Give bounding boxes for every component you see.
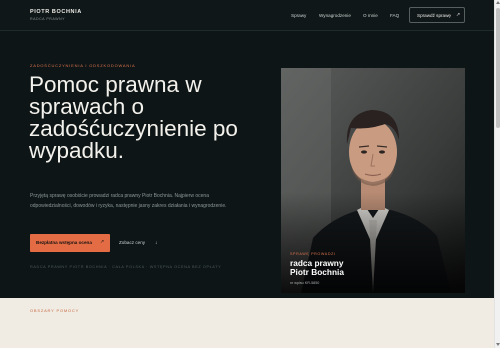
nav-link-wynagrodzenie[interactable]: Wynagrodzenie bbox=[319, 13, 351, 18]
top-nav: PIOTR BOCHNIA RADCA PRAWNY Sprawy Wynagr… bbox=[0, 0, 500, 31]
help-areas-section: OBSZARY POMOCY bbox=[0, 298, 500, 348]
arrow-up-right-icon: ↗ bbox=[100, 239, 105, 245]
hero-title: Pomoc prawna w sprawach o zadośćuczynien… bbox=[29, 72, 238, 163]
nav-link-sprawy[interactable]: Sprawy bbox=[291, 13, 306, 18]
arrow-down-icon: ↓ bbox=[155, 240, 158, 246]
portrait-name: Piotr Bochnia bbox=[290, 267, 344, 277]
free-assessment-label: Bezpłatna wstępna ocena bbox=[36, 240, 92, 245]
scroll-up-icon[interactable] bbox=[496, 1, 500, 4]
arrow-up-right-icon: ↗ bbox=[456, 12, 461, 18]
see-prices-link[interactable]: Zobacz ceny bbox=[119, 240, 145, 245]
nav-link-o-mnie[interactable]: O mnie bbox=[363, 13, 378, 18]
hero-meta: RADCA PRAWNY PIOTR BOCHNIA · CAŁA POLSKA… bbox=[30, 265, 222, 269]
brand-name[interactable]: PIOTR BOCHNIA bbox=[30, 9, 82, 15]
page-scrollbar[interactable] bbox=[494, 0, 500, 348]
portrait-eyebrow: SPRAWĘ PROWADZI bbox=[290, 252, 336, 256]
hero-eyebrow: ZADOŚĆUCZYNIENIA I ODSZKODOWANIA bbox=[30, 63, 136, 68]
help-areas-eyebrow: OBSZARY POMOCY bbox=[30, 308, 80, 313]
nav-cta-button[interactable]: Sprawdź sprawę ↗ bbox=[409, 7, 465, 23]
nav-link-faq[interactable]: FAQ bbox=[390, 13, 399, 18]
free-assessment-button[interactable]: Bezpłatna wstępna ocena ↗ bbox=[30, 234, 110, 252]
brand-subtitle: RADCA PRAWNY bbox=[30, 17, 66, 21]
portrait-registration: nr wpisu KR-5850 bbox=[290, 281, 320, 285]
hero-intro: Przyjętą sprawę osobiście prowadzi radca… bbox=[30, 193, 227, 209]
nav-cta-label: Sprawdź sprawę bbox=[417, 13, 451, 18]
scrollbar-thumb[interactable] bbox=[496, 8, 500, 128]
scroll-down-icon[interactable] bbox=[496, 343, 500, 346]
